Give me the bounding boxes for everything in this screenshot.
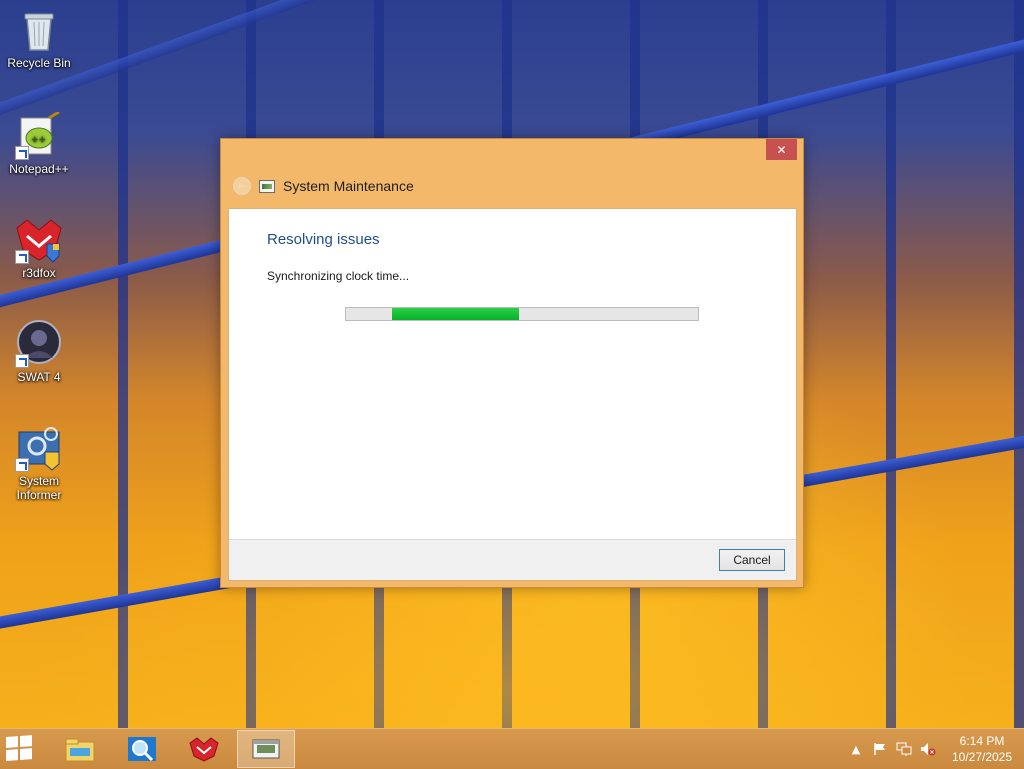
close-button[interactable]: ✕ [766, 139, 797, 160]
magnifier-icon [127, 736, 157, 762]
svg-text:++: ++ [31, 135, 46, 145]
desktop-icon-label: Notepad++ [9, 162, 69, 176]
desktop-icon-swat4[interactable]: SWAT 4 [4, 320, 74, 384]
desktop-icon-label: SWAT 4 [17, 370, 61, 384]
window-title: System Maintenance [283, 178, 414, 194]
window-titlebar: ← System Maintenance [233, 177, 414, 195]
volume-muted-icon[interactable] [919, 740, 937, 758]
shortcut-arrow-icon [15, 250, 29, 264]
desktop-icon-system-informer[interactable]: System Informer [4, 424, 74, 502]
system-tray: ▲ 6:14 PM 10/27/2025 [844, 729, 1024, 769]
desktop-icon-recycle-bin[interactable]: Recycle Bin [4, 6, 74, 70]
clock[interactable]: 6:14 PM 10/27/2025 [940, 733, 1024, 765]
swat4-icon [15, 320, 63, 368]
windows-logo-icon [6, 736, 18, 748]
desktop-icon-r3dfox[interactable]: r3dfox [4, 216, 74, 280]
recycle-bin-icon [15, 6, 63, 54]
cancel-button[interactable]: Cancel [719, 549, 785, 571]
taskbar-item-r3dfox[interactable] [175, 730, 233, 768]
action-center-flag-icon[interactable] [871, 740, 889, 758]
status-text: Synchronizing clock time... [267, 269, 410, 283]
progress-bar [345, 307, 699, 321]
start-button[interactable] [6, 735, 34, 763]
clock-date: 10/27/2025 [951, 750, 1013, 764]
system-maintenance-icon [251, 736, 281, 762]
back-button[interactable]: ← [233, 177, 251, 195]
system-maintenance-icon [259, 179, 275, 193]
window-footer: Cancel [229, 539, 796, 580]
file-explorer-icon [65, 736, 95, 762]
close-icon: ✕ [776, 142, 787, 157]
clock-time: 6:14 PM [959, 734, 1005, 748]
progress-bar-fill [392, 308, 519, 320]
taskbar-item-system-maintenance[interactable] [237, 730, 295, 768]
desktop-icon-label: System [18, 474, 59, 488]
shortcut-arrow-icon [15, 146, 29, 160]
r3dfox-icon [15, 216, 63, 264]
r3dfox-icon [189, 736, 219, 762]
desktop-icon-label: r3dfox [22, 266, 56, 280]
shortcut-arrow-icon [15, 354, 29, 368]
taskbar: ▲ 6:14 PM 10/27/2025 [0, 728, 1024, 769]
shortcut-arrow-icon [15, 458, 29, 472]
system-informer-icon [15, 424, 63, 472]
desktop-icon-label: Recycle Bin [7, 56, 71, 70]
notepad-plus-plus-icon: ++ [15, 110, 63, 160]
desktop-icon-notepad-plus-plus[interactable]: ++ Notepad++ [4, 110, 74, 176]
taskbar-item-file-explorer[interactable] [51, 730, 109, 768]
taskbar-item-magnifier[interactable] [113, 730, 171, 768]
page-heading: Resolving issues [267, 231, 380, 248]
system-maintenance-window: ✕ ← System Maintenance Resolving issues … [220, 138, 804, 588]
back-arrow-icon: ← [236, 179, 248, 193]
window-content: Resolving issues Synchronizing clock tim… [228, 208, 797, 581]
show-hidden-icons-chevron[interactable]: ▲ [847, 740, 865, 758]
network-icon[interactable] [895, 740, 913, 758]
desktop-icon-label: Informer [16, 488, 62, 502]
